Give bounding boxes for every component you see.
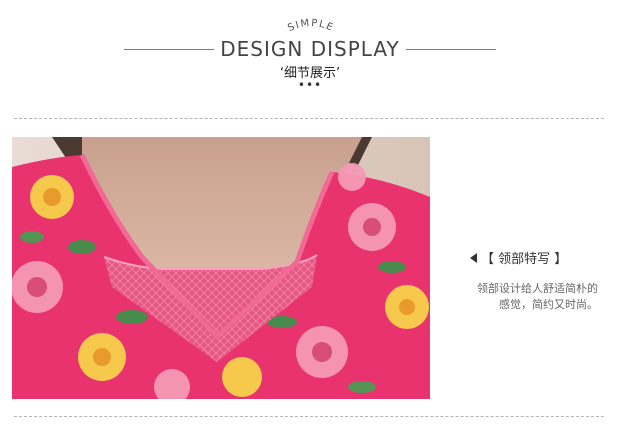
feature-desc-line2: 感觉，简约又时尚。 — [499, 298, 598, 311]
bottom-dashed-divider — [14, 416, 604, 417]
feature-title-row: 【 领部特写 】 — [470, 248, 608, 267]
section-header: SIMPLE DESIGN DISPLAY ‘细节展示’ ••• — [0, 0, 620, 110]
simple-text: SIMPLE — [286, 18, 334, 34]
feature-desc: 领部设计给人舒适简朴的 感觉，简约又时尚。 — [458, 281, 598, 313]
dots-ornament: ••• — [297, 78, 323, 92]
svg-text:SIMPLE: SIMPLE — [286, 18, 335, 34]
feature-desc-line1: 领部设计给人舒适简朴的 — [477, 282, 598, 295]
design-display-title: DESIGN DISPLAY — [220, 37, 400, 61]
top-dashed-divider — [14, 118, 604, 119]
design-display-row: DESIGN DISPLAY — [0, 35, 620, 63]
product-detail-photo — [12, 137, 430, 399]
feature-title: 【 领部特写 】 — [481, 252, 568, 267]
left-rule — [124, 48, 215, 50]
triangle-left-icon — [470, 252, 477, 263]
right-rule — [405, 48, 496, 50]
feature-description: 【 领部特写 】 领部设计给人舒适简朴的 感觉，简约又时尚。 — [458, 248, 608, 313]
